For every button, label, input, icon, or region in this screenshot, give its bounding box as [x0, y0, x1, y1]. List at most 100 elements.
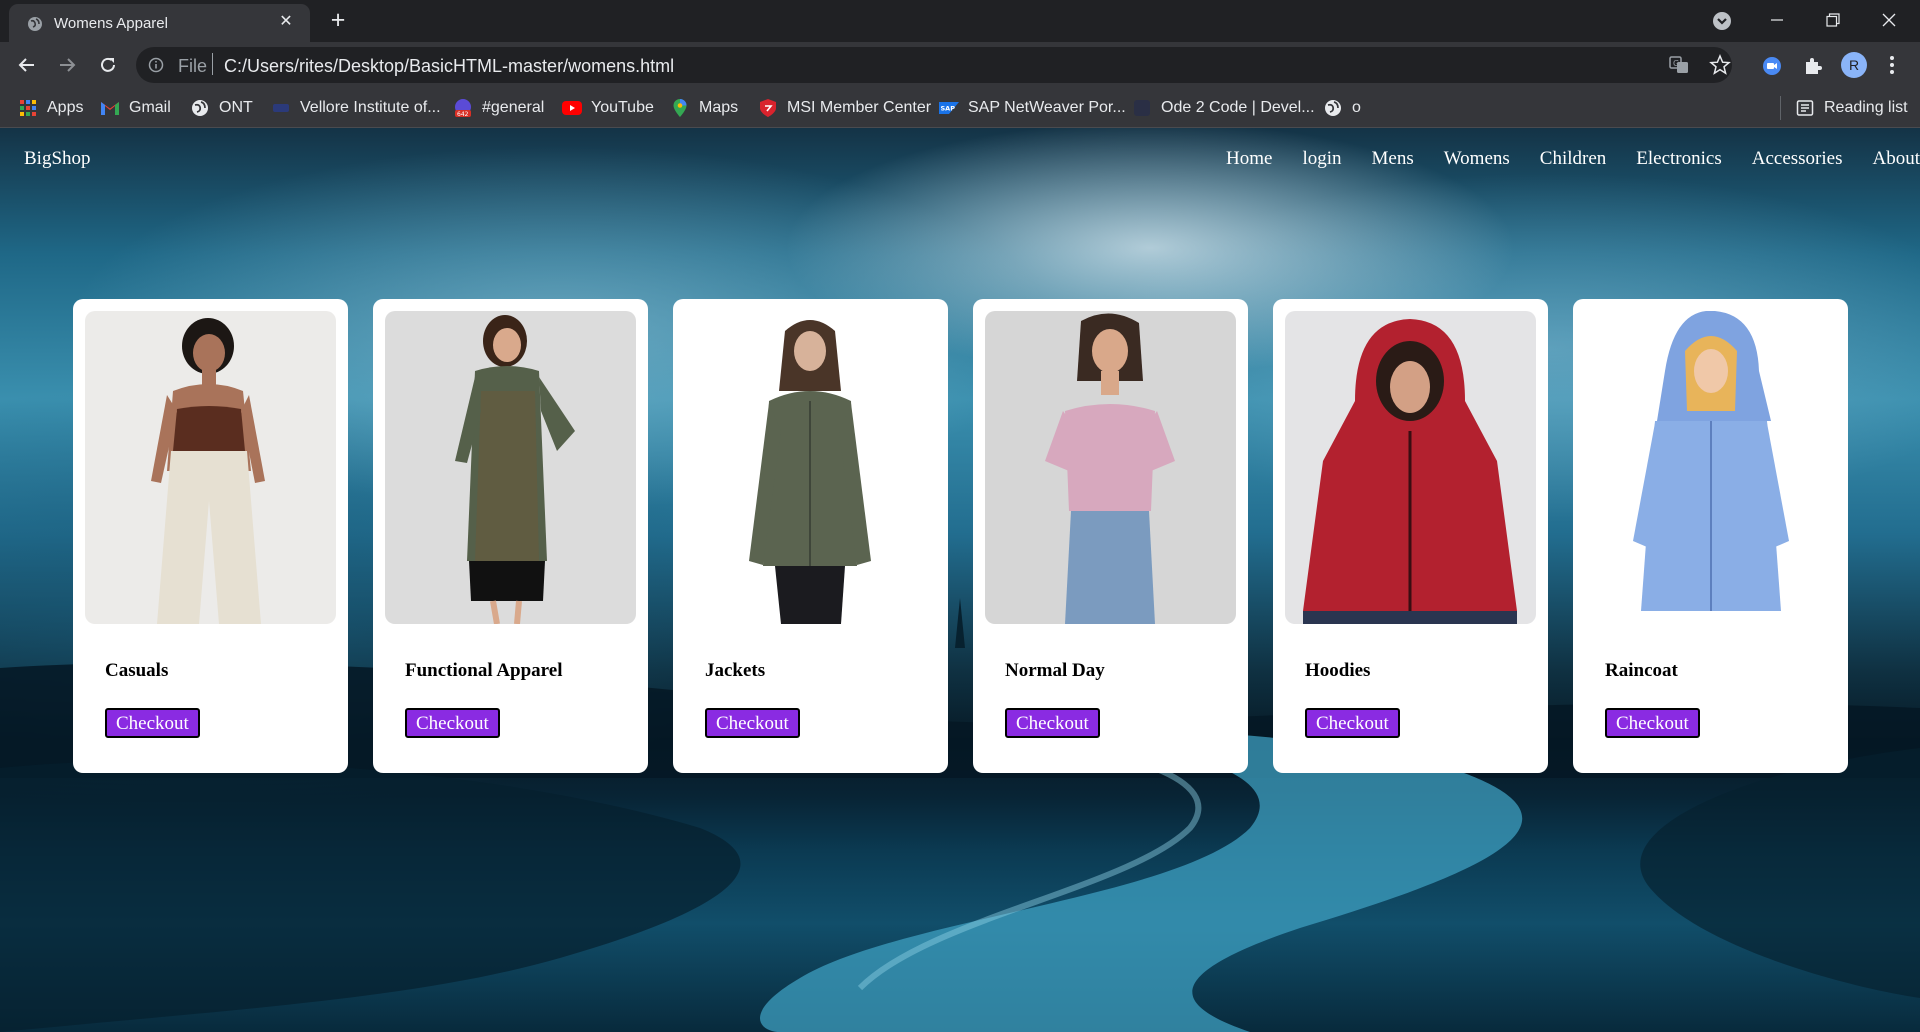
globe-icon — [1323, 98, 1343, 118]
product-title: Hoodies — [1305, 660, 1371, 681]
browser-toolbar: File C:/Users/rites/Desktop/BasicHTML-ma… — [0, 42, 1920, 88]
product-grid: Casuals Checkout Functional Apparel Chec… — [73, 299, 1848, 773]
nav-accessories[interactable]: Accessories — [1752, 148, 1843, 170]
svg-text:SAP: SAP — [941, 105, 956, 113]
ode2code-icon — [1132, 98, 1152, 118]
bookmark-star-icon[interactable] — [1709, 54, 1731, 76]
profile-avatar[interactable]: R — [1841, 52, 1867, 78]
reading-list-label: Reading list — [1824, 99, 1908, 116]
nav-home[interactable]: Home — [1226, 148, 1272, 170]
address-bar[interactable]: File C:/Users/rites/Desktop/BasicHTML-ma… — [136, 47, 1732, 83]
product-title: Raincoat — [1605, 660, 1678, 681]
bookmark-maps[interactable]: Maps — [670, 96, 738, 120]
sap-icon: SAP — [939, 98, 959, 118]
checkout-button[interactable]: Checkout — [1305, 708, 1400, 738]
active-tab[interactable]: Womens Apparel ✕ — [9, 4, 310, 42]
nav-children[interactable]: Children — [1540, 148, 1607, 170]
back-arrow-icon[interactable] — [11, 49, 43, 81]
product-image-casuals — [85, 311, 336, 624]
bookmark-sap[interactable]: SAP SAP NetWeaver Por... — [939, 96, 1126, 120]
url-text[interactable]: C:/Users/rites/Desktop/BasicHTML-master/… — [224, 56, 674, 77]
forward-arrow-icon[interactable] — [51, 49, 83, 81]
page-viewport: BigShop Home login Mens Womens Children … — [0, 128, 1920, 1032]
new-tab-button[interactable]: + — [326, 8, 350, 34]
bookmark-ode2code[interactable]: Ode 2 Code | Devel... — [1132, 96, 1315, 120]
product-image-normal-day — [985, 311, 1236, 624]
bookmark-general[interactable]: 642 #general — [453, 96, 544, 120]
translate-icon[interactable]: G — [1669, 55, 1689, 75]
product-title: Jackets — [705, 660, 766, 681]
msi-shield-icon — [758, 98, 778, 118]
product-image-raincoat — [1585, 311, 1836, 624]
globe-icon — [28, 17, 42, 31]
bookmark-label: Ode 2 Code | Devel... — [1161, 99, 1315, 116]
site-brand-logo[interactable]: BigShop — [24, 148, 91, 170]
bookmark-youtube[interactable]: YouTube — [562, 96, 654, 120]
globe-icon — [190, 98, 210, 118]
bookmark-msi[interactable]: MSI Member Center — [758, 96, 931, 120]
bookmark-label: YouTube — [591, 99, 654, 116]
bookmark-vellore[interactable]: Vellore Institute of... — [271, 96, 441, 120]
youtube-icon — [562, 98, 582, 118]
bookmark-label: ONT — [219, 99, 253, 116]
tab-title: Womens Apparel — [54, 15, 168, 32]
tab-strip: Womens Apparel ✕ + — [0, 0, 1920, 42]
minimize-window-icon[interactable] — [1754, 4, 1800, 36]
product-image-hoodies — [1285, 311, 1536, 624]
tab-search-icon[interactable] — [1711, 10, 1733, 32]
product-card-raincoat[interactable]: Raincoat Checkout — [1573, 299, 1848, 773]
bookmark-ont[interactable]: ONT — [190, 96, 253, 120]
bookmark-label: Gmail — [129, 99, 171, 116]
bookmark-label: Maps — [699, 99, 739, 116]
bookmark-label: o — [1352, 99, 1361, 116]
checkout-button[interactable]: Checkout — [405, 708, 500, 738]
checkout-button[interactable]: Checkout — [1005, 708, 1100, 738]
product-image-jackets — [685, 311, 936, 624]
url-divider — [212, 53, 213, 75]
checkout-button[interactable]: Checkout — [105, 708, 200, 738]
product-image-functional-apparel — [385, 311, 636, 624]
info-icon[interactable] — [148, 57, 164, 73]
bookmark-apps[interactable]: Apps — [18, 96, 83, 120]
svg-text:642: 642 — [457, 111, 469, 118]
checkout-button[interactable]: Checkout — [1605, 708, 1700, 738]
product-title: Casuals — [105, 660, 169, 681]
product-title: Normal Day — [1005, 660, 1105, 681]
close-window-icon[interactable] — [1866, 4, 1912, 36]
reading-list-icon — [1795, 98, 1815, 118]
vit-icon — [271, 98, 291, 118]
nav-mens[interactable]: Mens — [1372, 148, 1414, 170]
product-card-jackets[interactable]: Jackets Checkout — [673, 299, 948, 773]
product-card-functional-apparel[interactable]: Functional Apparel Checkout — [373, 299, 648, 773]
slack-badge-icon: 642 — [453, 98, 473, 118]
maps-pin-icon — [670, 98, 690, 118]
product-card-hoodies[interactable]: Hoodies Checkout — [1273, 299, 1548, 773]
reading-list-button[interactable]: Reading list — [1795, 96, 1908, 120]
zoom-extension-icon[interactable] — [1762, 56, 1782, 76]
nav-womens[interactable]: Womens — [1444, 148, 1510, 170]
reload-icon[interactable] — [92, 49, 124, 81]
product-card-normal-day[interactable]: Normal Day Checkout — [973, 299, 1248, 773]
bookmarks-divider — [1780, 96, 1781, 120]
product-card-casuals[interactable]: Casuals Checkout — [73, 299, 348, 773]
nav-about[interactable]: About — [1873, 148, 1920, 170]
restore-window-icon[interactable] — [1810, 4, 1856, 36]
bookmarks-bar: Apps Gmail ONT Vellore Institute of... 6… — [0, 88, 1920, 128]
bookmark-label: #general — [482, 99, 545, 116]
nav-login[interactable]: login — [1302, 148, 1341, 170]
close-tab-icon[interactable]: ✕ — [276, 12, 296, 32]
nav-electronics[interactable]: Electronics — [1636, 148, 1721, 170]
url-scheme-label: File — [178, 56, 208, 76]
checkout-button[interactable]: Checkout — [705, 708, 800, 738]
bookmark-gmail[interactable]: Gmail — [100, 96, 171, 120]
apps-grid-icon — [18, 98, 38, 118]
bookmark-label: MSI Member Center — [787, 99, 932, 116]
svg-text:G: G — [1673, 59, 1679, 68]
gmail-icon — [100, 98, 120, 118]
bookmark-label: SAP NetWeaver Por... — [968, 99, 1126, 116]
product-title: Functional Apparel — [405, 660, 563, 681]
bookmark-o[interactable]: o — [1323, 96, 1361, 120]
extensions-puzzle-icon[interactable] — [1802, 55, 1824, 77]
bookmark-label: Vellore Institute of... — [300, 99, 441, 116]
more-menu-icon[interactable] — [1881, 54, 1903, 76]
